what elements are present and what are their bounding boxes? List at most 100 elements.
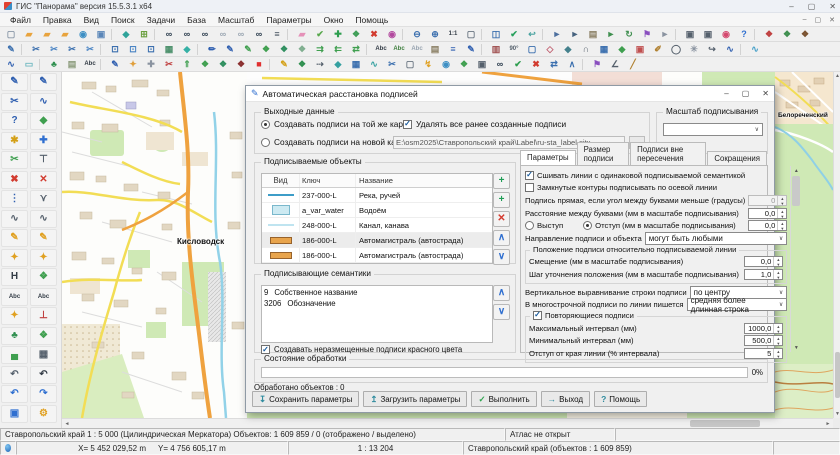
edge-offset-spinner[interactable]: 5 [744, 348, 783, 359]
tool-text-abc-green[interactable]: Abc [390, 43, 408, 56]
close-button[interactable]: ✕ [829, 2, 836, 11]
spin-down-icon[interactable] [778, 201, 786, 206]
tool-highlight-tool[interactable]: ✦ [124, 58, 142, 71]
tool-rails-tool[interactable]: ⊤ [30, 151, 57, 169]
scroll-up-icon[interactable]: ▲ [791, 166, 801, 175]
tool-add-object[interactable]: + [493, 173, 510, 189]
horizontal-scrollbar[interactable]: ◄ ► [62, 418, 833, 428]
semantic-item[interactable]: 3206Обозначение [264, 298, 490, 309]
tool-barcode[interactable]: ▥ [487, 43, 505, 56]
menu-item-1[interactable]: Правка [37, 13, 78, 26]
tool-pencil-orange[interactable]: ✎ [275, 58, 293, 71]
menu-item-6[interactable]: Масштаб [212, 13, 260, 26]
max-interval-spinner[interactable]: 1000,0 [744, 323, 783, 334]
tool-copy-polygon[interactable]: ❖ [293, 43, 311, 56]
tool-undo-blue[interactable]: ↶ [1, 385, 28, 403]
tool-create-document[interactable]: ▢ [2, 28, 20, 41]
tool-search-by-area[interactable]: ∞ [196, 28, 214, 41]
tool-search-semantics[interactable]: ∞ [250, 28, 268, 41]
tool-edit-point[interactable]: ✎ [2, 43, 20, 56]
tool-print-preview[interactable]: ▣ [699, 28, 717, 41]
menu-item-9[interactable]: Помощь [349, 13, 394, 26]
direction-combobox[interactable]: могут быть любыми ∨ [645, 232, 788, 245]
tool-zoom-in[interactable]: ⊕ [426, 28, 444, 41]
tool-save-fragment[interactable]: ❖ [30, 268, 57, 286]
tool-delete-red[interactable]: ✖ [527, 58, 545, 71]
tool-select-rectangle[interactable]: ▭ [20, 58, 38, 71]
tool-lightning[interactable]: ↯ [419, 58, 437, 71]
scroll-down-icon[interactable]: ▼ [834, 410, 840, 418]
tool-context-help[interactable]: ? [735, 28, 753, 41]
spin-down-icon[interactable] [774, 329, 782, 334]
tool-edit-pen[interactable]: ✎ [462, 43, 480, 56]
tool-accept-frame[interactable]: ✔ [505, 28, 523, 41]
tool-join-objects[interactable]: ⇇ [329, 43, 347, 56]
tool-database-link[interactable]: ⊞ [135, 28, 153, 41]
tool-search[interactable]: ∞ [160, 28, 178, 41]
tool-copy-to-document[interactable]: ▣ [92, 28, 110, 41]
tool-zoom-frame[interactable]: ▢ [462, 28, 480, 41]
semantics-list[interactable]: 9Собственное название3206Обозначение [261, 285, 493, 343]
tool-pan-view[interactable]: ◫ [487, 28, 505, 41]
dialog-minimize-button[interactable]: – [724, 89, 728, 98]
tool-text-abc-dimmed[interactable]: Abc [408, 43, 426, 56]
tool-map-green-1[interactable]: ❖ [196, 58, 214, 71]
dialog-titlebar[interactable]: ✎ Автоматическая расстановка подписей – … [246, 86, 774, 102]
indent-radio[interactable] [583, 221, 592, 230]
tool-delete-part[interactable]: ✕ [30, 171, 57, 189]
tool-select-object[interactable]: ► [548, 28, 566, 41]
tool-move-nodes[interactable]: ⊡ [124, 43, 142, 56]
tool-diamond-outline[interactable]: ◇ [541, 43, 559, 56]
tool-box-gray[interactable]: ▢ [401, 58, 419, 71]
tool-map-red[interactable]: ❖ [232, 58, 250, 71]
tool-layers[interactable]: ◆ [117, 28, 135, 41]
menu-item-2[interactable]: Вид [78, 13, 105, 26]
vertical-scroll-thumb[interactable] [835, 352, 840, 398]
help-button[interactable]: ?Помощь [594, 391, 647, 407]
step-spinner[interactable]: 1,0 [744, 269, 783, 280]
tool-table-gray[interactable]: ▦ [30, 346, 57, 364]
tool-add-points[interactable]: ⋮ [1, 190, 28, 208]
tool-ellipse-tool[interactable]: ◯ [667, 43, 685, 56]
tool-undo-dark[interactable]: ↶ [30, 366, 57, 384]
scroll-up-icon[interactable]: ▲ [834, 72, 840, 80]
tool-redo-blue[interactable]: ↷ [30, 385, 57, 403]
tool-hook-tool[interactable]: ↪ [703, 43, 721, 56]
tool-diamond-teal[interactable]: ◆ [329, 58, 347, 71]
tool-search-small[interactable]: ∞ [491, 58, 509, 71]
tool-scissors-blue[interactable]: ✂ [383, 58, 401, 71]
tool-document-template[interactable]: ▤ [63, 58, 81, 71]
tool-open-recent-folder[interactable]: ▰ [38, 28, 56, 41]
tool-edit-polygon[interactable]: ◆ [30, 112, 57, 130]
tool-delete-object[interactable]: ✖ [1, 171, 28, 189]
tool-refresh-map[interactable]: ↻ [620, 28, 638, 41]
tool-maps-green[interactable]: ❖ [30, 327, 57, 345]
tool-smooth-line[interactable]: ∿ [746, 43, 764, 56]
repeat-labels-checkbox[interactable] [533, 311, 542, 320]
tool-bridge-tool[interactable]: ∩ [577, 43, 595, 56]
tool-wheel-tool[interactable]: ✳ [685, 43, 703, 56]
tool-color-palette[interactable]: ◉ [717, 28, 735, 41]
tool-add-data-folder[interactable]: ▰ [56, 28, 74, 41]
spin-down-icon[interactable] [778, 226, 786, 231]
tool-apply-check[interactable]: ✔ [509, 58, 527, 71]
tool-add-selected-object[interactable]: + [493, 192, 510, 208]
tool-chart-green[interactable]: ▄ [1, 346, 28, 364]
tool-zoom-out[interactable]: ⊖ [408, 28, 426, 41]
tool-pencil-yellow[interactable]: ✎ [1, 229, 28, 247]
tool-search-list[interactable]: ≡ [268, 28, 286, 41]
tool-vegetation[interactable]: ♣ [45, 58, 63, 71]
tool-select-by-color[interactable]: ◉ [383, 28, 401, 41]
tool-spline-tool[interactable]: ∿ [721, 43, 739, 56]
tool-pencil-yellow-2[interactable]: ✎ [30, 229, 57, 247]
tool-search-dimmed[interactable]: ∞ [214, 28, 232, 41]
tool-object-create-red[interactable]: ❖ [760, 28, 778, 41]
spin-down-icon[interactable] [774, 341, 782, 346]
tool-edit-label[interactable]: ✎ [106, 58, 124, 71]
exit-button[interactable]: →Выход [541, 391, 590, 407]
spin-down-icon[interactable] [774, 275, 782, 280]
tool-create-polygon[interactable]: ❖ [257, 43, 275, 56]
protrusion-radio[interactable] [525, 221, 534, 230]
horizontal-scroll-thumb[interactable] [690, 420, 760, 427]
tool-label-abc[interactable]: Abc [81, 58, 99, 71]
